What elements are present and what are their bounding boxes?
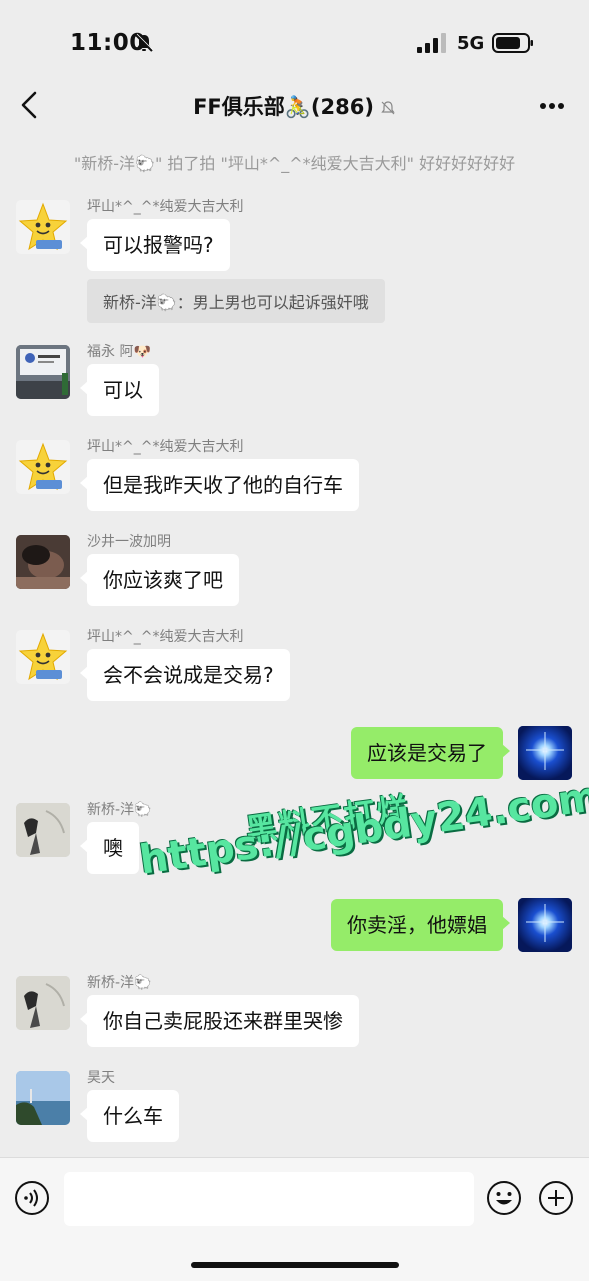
message-bubble[interactable]: 可以 xyxy=(80,364,159,416)
avatar-sketch[interactable] xyxy=(16,803,70,857)
sketch-avatar-icon xyxy=(16,803,70,857)
avatar-office[interactable] xyxy=(16,345,70,399)
avatar-self[interactable] xyxy=(518,898,572,952)
status-bar: 11:00 5G xyxy=(0,0,589,88)
avatar-star[interactable] xyxy=(16,630,70,684)
sender-name: 坪山*^_^*纯爱大吉大利 xyxy=(87,439,244,455)
blue-flare-avatar-icon xyxy=(518,898,572,952)
sender-name: 新桥-洋🐑 xyxy=(87,975,152,991)
chat-title: FF俱乐部🚴(286) xyxy=(193,95,374,119)
landscape-avatar-icon xyxy=(16,1071,70,1125)
network-type: 5G xyxy=(457,33,485,54)
signal-strength-icon xyxy=(417,33,446,53)
avatar-landscape[interactable] xyxy=(16,1071,70,1125)
message-bubble[interactable]: 可以报警吗? xyxy=(80,219,230,271)
person-avatar-icon xyxy=(16,535,70,589)
sketch-avatar-icon xyxy=(16,976,70,1030)
star-avatar-icon xyxy=(18,442,68,491)
sender-name: 坪山*^_^*纯爱大吉大利 xyxy=(87,199,244,215)
message-bubble[interactable]: 什么车 xyxy=(80,1090,179,1142)
star-avatar-icon xyxy=(18,202,68,251)
my-message-bubble[interactable]: 应该是交易了 xyxy=(351,727,510,779)
message-bubble[interactable]: 但是我昨天收了他的自行车 xyxy=(80,459,359,511)
blue-flare-avatar-icon xyxy=(518,726,572,780)
message-input[interactable] xyxy=(64,1172,474,1226)
quoted-message[interactable]: 新桥-洋🐑：男上男也可以起诉强奸哦 xyxy=(87,279,385,323)
voice-input-icon[interactable] xyxy=(14,1180,50,1216)
system-pat-message: "新桥-洋🐑" 拍了拍 "坪山*^_^*纯爱大吉大利" 好好好好好好 xyxy=(73,154,516,173)
avatar-star[interactable] xyxy=(16,440,70,494)
avatar-sketch[interactable] xyxy=(16,976,70,1030)
home-indicator xyxy=(191,1262,399,1268)
add-attachment-icon[interactable] xyxy=(538,1180,574,1216)
chat-title-wrapper[interactable]: FF俱乐部🚴(286) xyxy=(0,91,589,121)
battery-icon xyxy=(492,33,533,53)
more-options-icon[interactable] xyxy=(539,102,565,110)
muted-bell-icon xyxy=(381,101,395,115)
emoji-icon[interactable] xyxy=(486,1180,522,1216)
my-message-bubble[interactable]: 你卖淫，他嫖娼 xyxy=(331,899,510,951)
sender-name: 坪山*^_^*纯爱大吉大利 xyxy=(87,629,244,645)
sender-name: 福永 阿🐶 xyxy=(87,344,151,360)
message-bubble[interactable]: 你应该爽了吧 xyxy=(80,554,239,606)
avatar-self[interactable] xyxy=(518,726,572,780)
message-bubble[interactable]: 会不会说成是交易? xyxy=(80,649,290,701)
sender-name: 新桥-洋🐑 xyxy=(87,802,152,818)
avatar-star[interactable] xyxy=(16,200,70,254)
star-avatar-icon xyxy=(18,632,68,681)
chat-header: FF俱乐部🚴(286) xyxy=(0,78,589,134)
message-bubble[interactable]: 你自己卖屁股还来群里哭惨 xyxy=(80,995,359,1047)
sender-name: 昊天 xyxy=(87,1070,115,1086)
sender-name: 沙井一波加明 xyxy=(87,534,171,550)
avatar-person[interactable] xyxy=(16,535,70,589)
message-bubble[interactable]: 噢 xyxy=(80,822,139,874)
silent-bell-icon xyxy=(135,33,154,52)
office-avatar-icon xyxy=(16,345,70,399)
